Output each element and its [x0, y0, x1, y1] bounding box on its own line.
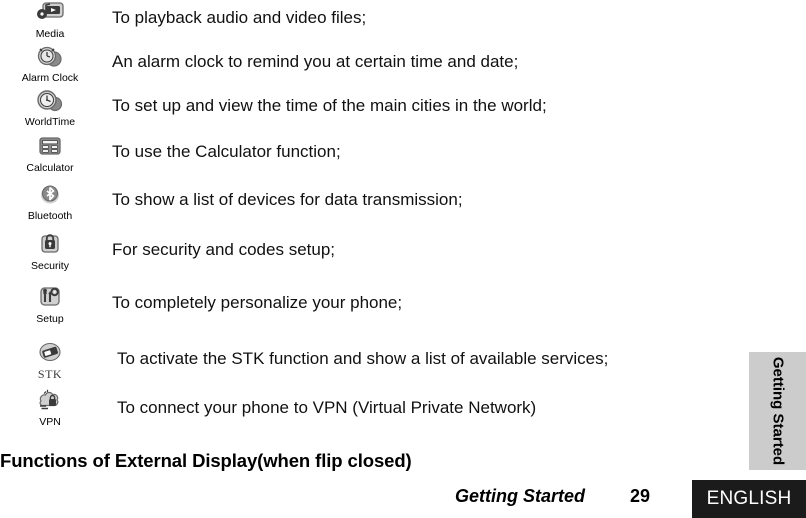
- feature-description: To activate the STK function and show a …: [117, 349, 609, 368]
- feature-icon-label: STK: [37, 367, 63, 381]
- feature-icon-label: Setup: [36, 313, 64, 325]
- feature-icon-cell: VPN: [0, 388, 100, 428]
- side-tab-getting-started[interactable]: Getting Started: [749, 352, 806, 470]
- feature-description: To use the Calculator function;: [112, 142, 341, 161]
- bluetooth-icon: [35, 182, 65, 209]
- stk-icon: [35, 340, 65, 367]
- feature-icon-label: Security: [31, 260, 69, 272]
- media-icon: [35, 0, 65, 27]
- feature-icon-cell: WorldTime: [0, 88, 100, 128]
- feature-description: To set up and view the time of the main …: [112, 96, 547, 115]
- feature-row: Calculator To use the Calculator function…: [0, 134, 341, 174]
- feature-icon-cell: Setup: [0, 285, 100, 325]
- footer-chapter-label: Getting Started: [455, 486, 586, 506]
- feature-description: For security and codes setup;: [112, 240, 336, 259]
- setup-icon: [35, 285, 65, 312]
- footer-page-number: 29: [630, 486, 651, 506]
- feature-row: Security For security and codes setup;: [0, 232, 335, 272]
- feature-row: VPN To connect your phone to VPN (Virtual…: [0, 388, 536, 428]
- calculator-icon: [35, 134, 65, 161]
- feature-icon-label: Bluetooth: [27, 210, 73, 222]
- feature-icon-cell: Media: [0, 0, 100, 40]
- feature-icon-cell: Bluetooth: [0, 182, 100, 222]
- language-badge: ENGLISH: [692, 480, 806, 518]
- feature-description: To playback audio and video files;: [112, 8, 367, 27]
- security-icon: [35, 232, 65, 259]
- feature-row: Alarm Clock An alarm clock to remind you …: [0, 44, 518, 84]
- feature-icon-cell: Calculator: [0, 134, 100, 174]
- feature-icon-label: VPN: [39, 416, 61, 428]
- alarm-clock-icon: [35, 44, 65, 71]
- feature-icon-cell: STK: [0, 340, 100, 380]
- feature-icon-label: WorldTime: [24, 116, 76, 128]
- feature-description: To connect your phone to VPN (Virtual Pr…: [117, 398, 537, 417]
- feature-description: An alarm clock to remind you at certain …: [112, 52, 519, 71]
- feature-icon-cell: Security: [0, 232, 100, 272]
- section-heading: Functions of External Display(when flip …: [0, 450, 412, 471]
- feature-description: To show a list of devices for data trans…: [112, 190, 463, 209]
- feature-row: WorldTime To set up and view the time of …: [0, 88, 547, 128]
- feature-row: Media To playback audio and video files;: [0, 0, 366, 40]
- feature-icon-label: Alarm Clock: [21, 72, 79, 84]
- feature-description: To completely personalize your phone;: [112, 293, 403, 312]
- feature-icon-cell: Alarm Clock: [0, 44, 100, 84]
- side-tab-label: Getting Started: [769, 356, 786, 466]
- feature-icon-label: Media: [35, 28, 65, 40]
- world-time-icon: [35, 88, 65, 115]
- language-badge-label: ENGLISH: [706, 488, 792, 509]
- feature-row: Bluetooth To show a list of devices for d…: [0, 182, 463, 222]
- feature-row: STK To activate the STK function and show…: [0, 340, 608, 380]
- feature-row: Setup To completely personalize your phon…: [0, 285, 402, 325]
- feature-icon-label: Calculator: [26, 162, 74, 174]
- vpn-icon: [35, 388, 65, 415]
